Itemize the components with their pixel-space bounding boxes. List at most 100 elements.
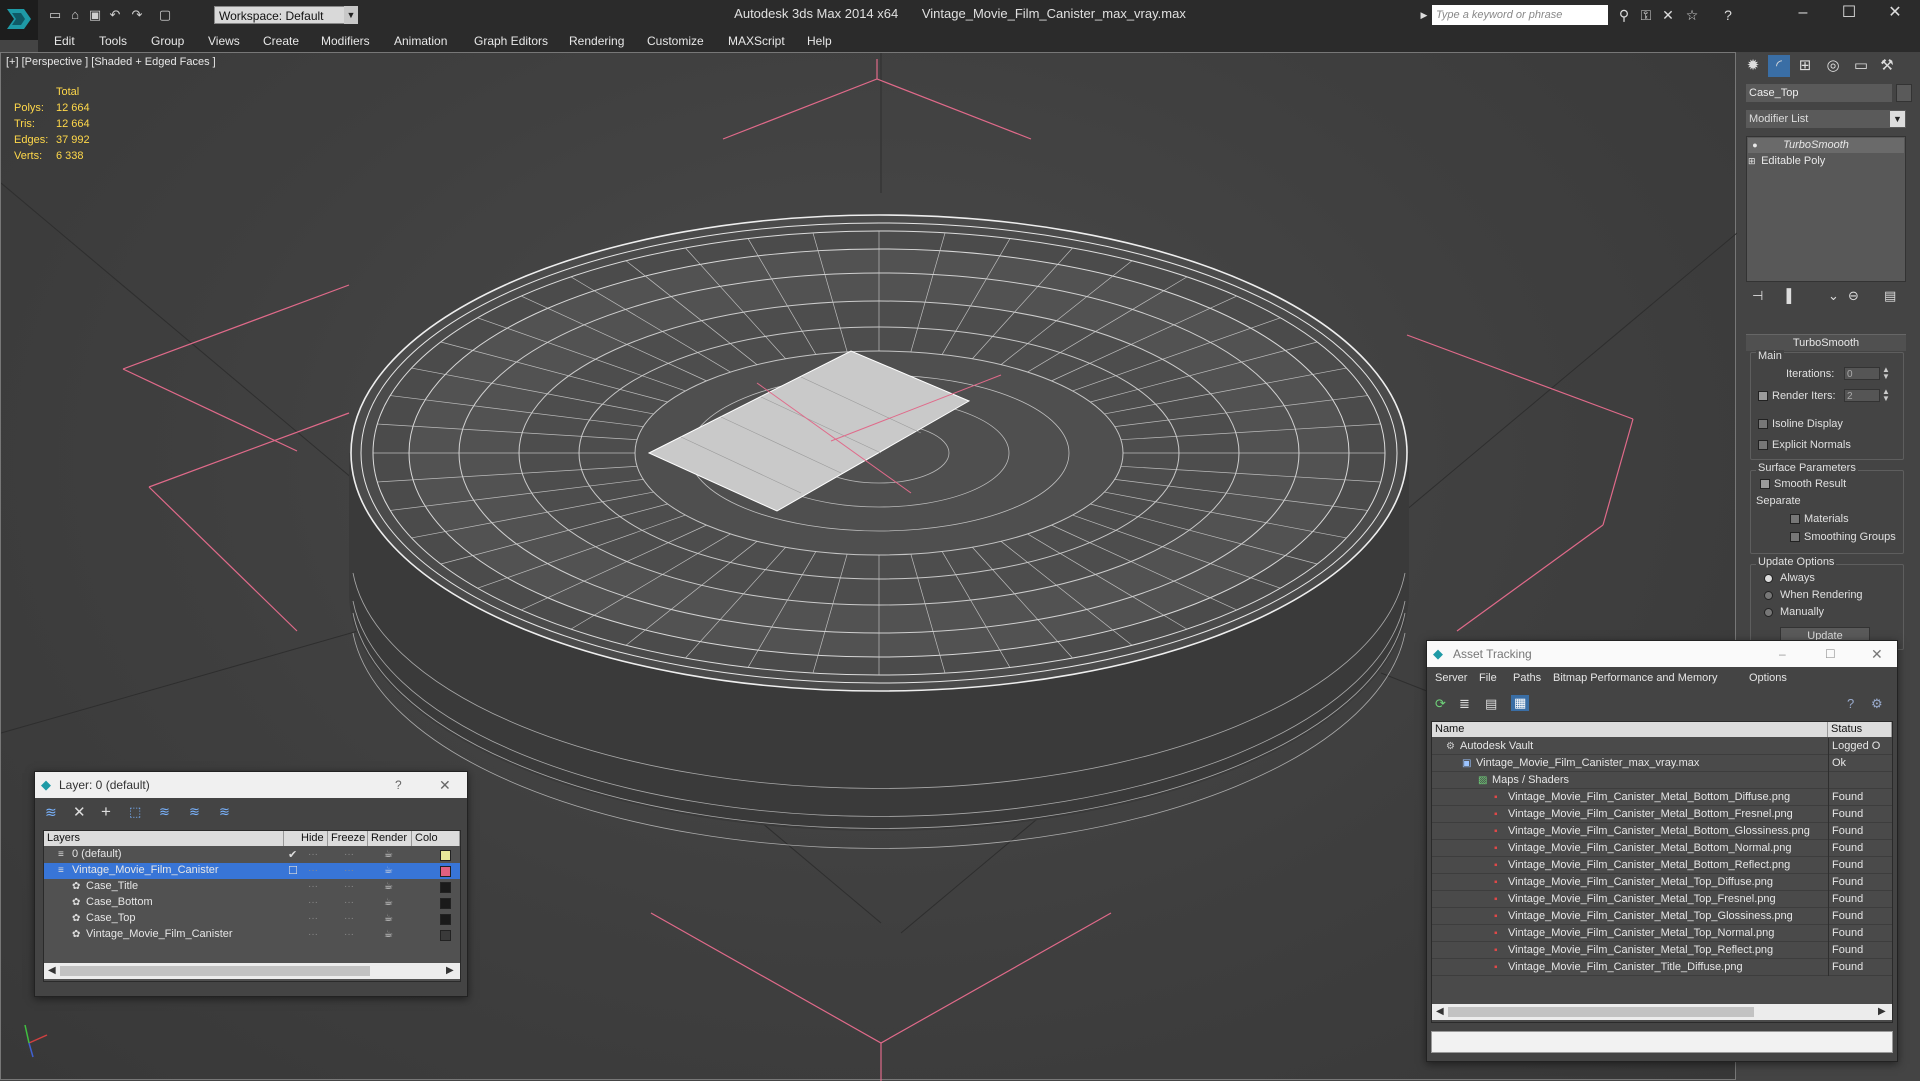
freeze-toggle-icon[interactable]: ··· [344,863,354,879]
scrollbar-thumb[interactable] [1448,1007,1754,1017]
asset-row[interactable]: ▪ Vintage_Movie_Film_Canister_Metal_Top_G… [1432,908,1892,925]
column-layers[interactable]: Layers [44,831,284,846]
remove-modifier-icon[interactable]: ⊖ [1848,288,1859,304]
chevron-down-icon[interactable]: ▼ [1890,111,1905,127]
turbosmooth-rollout-header[interactable]: TurboSmooth [1746,334,1906,351]
hierarchy-tab-icon[interactable]: ⊞ [1794,55,1816,77]
freeze-toggle-icon[interactable]: ··· [344,895,354,911]
render-teapot-icon[interactable]: ☕ [384,847,393,863]
help-icon[interactable]: ? [1718,6,1738,24]
close-window-icon[interactable]: ✕ [439,772,451,798]
layer-window-titlebar[interactable]: ◆ Layer: 0 (default) ? ✕ [35,772,467,798]
menu-group[interactable]: Group [151,32,184,50]
detail-view-icon[interactable]: ▤ [1485,696,1497,712]
help-icon[interactable]: ? [395,772,402,798]
column-freeze[interactable]: Freeze [328,831,368,846]
pin-stack-icon[interactable]: ⊣ [1752,288,1763,304]
layer-color-swatch[interactable] [440,898,451,909]
object-name-field[interactable]: Case_Top [1746,84,1892,102]
asset-row[interactable]: ▪ Vintage_Movie_Film_Canister_Metal_Top_D… [1432,874,1892,891]
modify-tab-icon[interactable]: ◜ [1768,55,1790,77]
asset-row[interactable]: ▪ Vintage_Movie_Film_Canister_Metal_Top_N… [1432,925,1892,942]
manually-radio[interactable] [1764,608,1773,617]
lightbulb-icon[interactable]: ● [1748,138,1762,153]
object-color-swatch[interactable] [1896,84,1912,102]
freeze-toggle-icon[interactable]: ··· [344,927,354,943]
refresh-icon[interactable]: ⟳ [1435,696,1446,712]
delete-layer-icon[interactable]: ✕ [73,803,86,821]
hide-toggle-icon[interactable]: ··· [308,895,318,911]
favorites-star-icon[interactable]: ☆ [1682,6,1702,24]
menu-create[interactable]: Create [263,32,299,50]
column-hide[interactable]: Hide [298,831,328,846]
menu-graph-editors[interactable]: Graph Editors [474,32,548,50]
hide-toggle-icon[interactable]: ··· [308,847,318,863]
render-iters-spinner[interactable]: 2 [1844,389,1880,402]
isoline-display-checkbox[interactable] [1758,419,1768,429]
render-teapot-icon[interactable]: ☕ [384,895,393,911]
layer-color-swatch[interactable] [440,866,451,877]
asset-row[interactable]: ▪ Vintage_Movie_Film_Canister_Metal_Botto… [1432,823,1892,840]
maximize-window-icon[interactable]: ☐ [1825,641,1836,667]
make-unique-icon[interactable]: ⌄ [1828,288,1839,304]
freeze-all-icon[interactable]: ≋ [219,804,230,820]
explicit-normals-checkbox[interactable] [1758,440,1768,450]
asset-row[interactable]: ▨ Maps / Shaders [1432,772,1892,789]
table-view-icon[interactable]: ▦ [1511,695,1530,711]
when-rendering-radio[interactable] [1764,591,1773,600]
motion-tab-icon[interactable]: ◎ [1822,55,1844,77]
layer-active-box-icon[interactable]: ☐ [288,863,298,879]
render-teapot-icon[interactable]: ☕ [384,911,393,927]
layer-row[interactable]: ≡ Vintage_Movie_Film_Canister ☐ ··· ··· ☕ [44,863,460,879]
smoothing-groups-checkbox[interactable] [1790,532,1800,542]
asset-menu-server[interactable]: Server [1435,672,1467,684]
hide-toggle-icon[interactable]: ··· [308,879,318,895]
hide-toggle-icon[interactable]: ··· [308,927,318,943]
key-icon[interactable]: ⚿ [1636,6,1656,24]
freeze-toggle-icon[interactable]: ··· [344,879,354,895]
asset-window-titlebar[interactable]: ◆ Asset Tracking – ☐ ✕ [1427,641,1897,667]
stack-item-editable-poly[interactable]: ⊞ Editable Poly [1748,154,1904,169]
scroll-right-icon[interactable]: ▶ [1878,1004,1886,1020]
asset-horizontal-scrollbar[interactable]: ◀ ▶ [1432,1004,1892,1020]
freeze-toggle-icon[interactable]: ··· [344,847,354,863]
layer-row[interactable]: ✿ Case_Bottom ··· ··· ☕ [44,895,460,911]
menu-maxscript[interactable]: MAXScript [728,32,785,50]
asset-row[interactable]: ▪ Vintage_Movie_Film_Canister_Metal_Botto… [1432,789,1892,806]
viewport-label[interactable]: [+] [Perspective ] [Shaded + Edged Faces… [6,56,216,68]
menu-rendering[interactable]: Rendering [569,32,624,50]
stack-item-turbosmooth[interactable]: ● TurboSmooth [1748,138,1904,153]
search-input[interactable]: Type a keyword or phrase [1432,5,1608,25]
render-teapot-icon[interactable]: ☕ [384,927,393,943]
asset-row[interactable]: ▪ Vintage_Movie_Film_Canister_Metal_Top_F… [1432,891,1892,908]
freeze-toggle-icon[interactable]: ··· [344,911,354,927]
column-render[interactable]: Render [368,831,412,846]
layer-color-swatch[interactable] [440,930,451,941]
hide-all-icon[interactable]: ≋ [189,804,200,820]
column-name[interactable]: Name [1432,722,1828,737]
menu-help[interactable]: Help [807,32,832,50]
layer-row[interactable]: ✿ Case_Top ··· ··· ☕ [44,911,460,927]
modifier-list-dropdown[interactable]: Modifier List [1746,110,1906,128]
asset-row[interactable]: ⚙ Autodesk Vault Logged O [1432,738,1892,755]
smooth-result-checkbox[interactable] [1760,479,1770,489]
menu-tools[interactable]: Tools [99,32,127,50]
menu-modifiers[interactable]: Modifiers [321,32,370,50]
asset-menu-file[interactable]: File [1479,672,1497,684]
asset-menu-options[interactable]: Options [1749,672,1787,684]
scrollbar-thumb[interactable] [60,966,370,976]
layer-row[interactable]: ✿ Vintage_Movie_Film_Canister ··· ··· ☕ [44,927,460,943]
asset-row[interactable]: ▪ Vintage_Movie_Film_Canister_Title_Diffu… [1432,959,1892,976]
asset-row[interactable]: ▪ Vintage_Movie_Film_Canister_Metal_Botto… [1432,806,1892,823]
layer-horizontal-scrollbar[interactable]: ◀ ▶ [44,963,460,979]
list-view-icon[interactable]: ≣ [1459,696,1470,712]
layer-color-swatch[interactable] [440,914,451,925]
render-iters-checkbox[interactable] [1758,391,1768,401]
asset-row[interactable]: ▪ Vintage_Movie_Film_Canister_Metal_Botto… [1432,857,1892,874]
menu-animation[interactable]: Animation [394,32,447,50]
show-end-result-icon[interactable]: ▐ [1782,288,1791,303]
always-radio[interactable] [1764,574,1773,583]
communication-icon[interactable]: ✕ [1658,6,1678,24]
highlight-selected-icon[interactable]: ≋ [159,804,170,820]
menu-edit[interactable]: Edit [54,32,75,50]
